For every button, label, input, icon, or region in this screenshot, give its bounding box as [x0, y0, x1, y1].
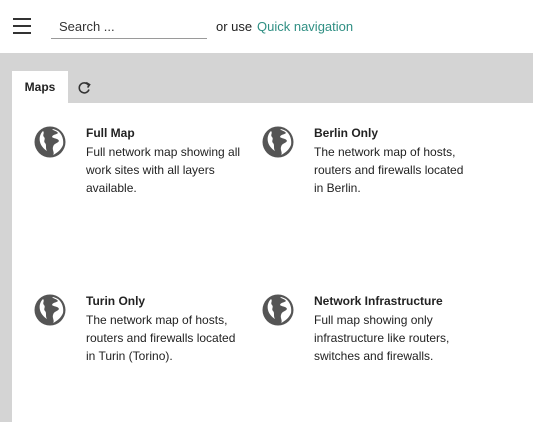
map-title: Network Infrastructure	[314, 294, 443, 308]
globe-icon	[34, 126, 66, 158]
map-description: Full map showing only infrastructure lik…	[314, 313, 450, 363]
globe-icon	[34, 294, 66, 326]
map-description: The network map of hosts, routers and fi…	[314, 145, 464, 195]
map-card-berlin-only[interactable]: Berlin Only The network map of hosts, ro…	[262, 126, 472, 201]
menu-icon[interactable]	[13, 18, 31, 34]
search-input[interactable]	[51, 15, 207, 39]
map-card-network-infrastructure[interactable]: Network Infrastructure Full map showing …	[262, 294, 472, 369]
map-title: Full Map	[86, 126, 135, 140]
quick-navigation-link[interactable]: Quick navigation	[257, 19, 353, 34]
map-card-turin-only[interactable]: Turin Only The network map of hosts, rou…	[34, 294, 244, 369]
map-description: The network map of hosts, routers and fi…	[86, 313, 236, 363]
or-use-label: or use	[216, 19, 253, 34]
refresh-icon[interactable]	[76, 80, 92, 96]
tab-maps[interactable]: Maps	[12, 71, 68, 103]
maps-panel: Full Map Full network map showing all wo…	[12, 103, 533, 422]
map-card-full-map[interactable]: Full Map Full network map showing all wo…	[34, 126, 244, 201]
map-title: Berlin Only	[314, 126, 379, 140]
top-bar: or use Quick navigation	[0, 0, 533, 53]
globe-icon	[262, 294, 294, 326]
globe-icon	[262, 126, 294, 158]
left-gutter	[0, 103, 12, 422]
tab-bar: Maps	[0, 53, 533, 103]
map-description: Full network map showing all work sites …	[86, 145, 241, 195]
map-title: Turin Only	[86, 294, 146, 308]
